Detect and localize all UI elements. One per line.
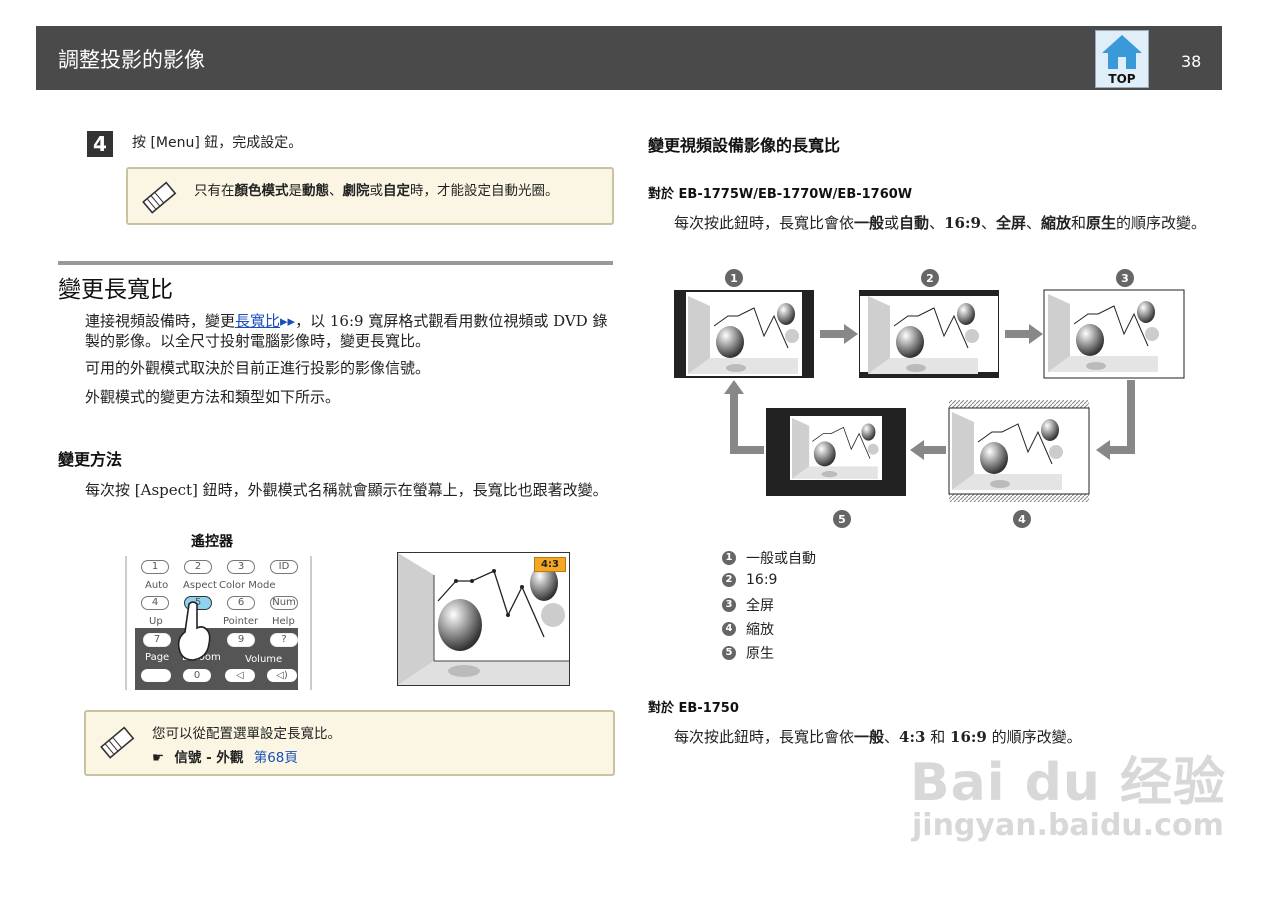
watermark-url: jingyan.baidu.com bbox=[912, 808, 1224, 843]
remote-label-pointer: Pointer bbox=[223, 616, 259, 627]
volume-up-icon[interactable]: ◁) bbox=[267, 669, 297, 682]
step-number: 4 bbox=[87, 131, 113, 157]
remote-label-auto: Auto bbox=[145, 580, 169, 591]
remote-key-7[interactable]: 7 bbox=[143, 633, 171, 647]
model-heading-2: 對於 EB-1750 bbox=[648, 701, 739, 716]
top-label: TOP bbox=[1108, 72, 1136, 86]
remote-key-help[interactable]: ? bbox=[270, 633, 298, 647]
remote-key-6[interactable]: 6 bbox=[227, 596, 255, 610]
marker-5-label: 5 bbox=[838, 513, 846, 526]
legend-item: 5 原生 bbox=[722, 643, 774, 663]
projected-image-illustration bbox=[398, 553, 569, 685]
step-text: 按 [Menu] 鈕，完成設定。 bbox=[132, 135, 303, 151]
screen-preview: 4:3 bbox=[397, 552, 570, 686]
remote-key-2[interactable]: 2 bbox=[184, 560, 212, 574]
reference-hand-icon: ☛ bbox=[152, 750, 165, 766]
remote-title: 遙控器 bbox=[191, 534, 233, 550]
remote-label-aspect: Aspect bbox=[183, 580, 217, 591]
legend-item: 4 縮放 bbox=[722, 619, 774, 639]
aspect-cycle-diagram: 1 2 3 4 5 bbox=[674, 269, 1185, 528]
note-pencil-icon bbox=[142, 181, 177, 214]
model-heading-1: 對於 EB-1775W/EB-1770W/EB-1760W bbox=[648, 187, 913, 202]
remote-key-id[interactable]: ID bbox=[270, 560, 298, 574]
paragraph-2: 可用的外觀模式取決於目前正進行投影的影像信號。 bbox=[85, 359, 431, 377]
watermark: Bai du 经验 bbox=[910, 753, 1226, 813]
page-68-link[interactable]: 第68頁 bbox=[254, 750, 298, 766]
link-arrow-icon[interactable]: ▸▸ bbox=[280, 312, 295, 330]
top-button[interactable]: TOP bbox=[1095, 30, 1149, 88]
method-text: 每次按 [Aspect] 鈕時，外觀模式名稱就會顯示在螢幕上，長寬比也跟著改變。 bbox=[85, 481, 608, 499]
aspect-badge: 4:3 bbox=[534, 557, 566, 572]
section-title: 變更長寬比 bbox=[58, 277, 173, 303]
marker-1-label: 1 bbox=[730, 272, 738, 285]
remote-key-4[interactable]: 4 bbox=[141, 596, 169, 610]
intro-paragraph: 連接視頻設備時，變更長寬比▸▸，以 16:9 寬屏格式觀看用數位視頻或 DVD … bbox=[85, 312, 608, 350]
legend-item: 2 16:9 bbox=[722, 572, 777, 588]
note-pencil-icon bbox=[100, 726, 135, 759]
note-box-1: 只有在顏色模式是動態、劇院或自定時，才能設定自動光圈。 bbox=[126, 167, 614, 225]
remote-label-volume: Volume bbox=[245, 654, 283, 665]
remote-key-1[interactable]: 1 bbox=[141, 560, 169, 574]
remote-illustration: 1 2 3 ID Auto Aspect Color Mode 4 5 6 Nu… bbox=[125, 556, 312, 690]
pointing-hand-icon bbox=[177, 601, 211, 661]
remote-label-up: Up bbox=[149, 616, 163, 627]
note-1-text: 只有在顏色模式是動態、劇院或自定時，才能設定自動光圈。 bbox=[194, 183, 559, 199]
remote-key-9[interactable]: 9 bbox=[227, 633, 255, 647]
volume-down-icon[interactable]: ◁ bbox=[225, 669, 255, 682]
remote-key-0[interactable]: 0 bbox=[183, 669, 211, 682]
marker-3-label: 3 bbox=[1121, 272, 1129, 285]
page-button[interactable] bbox=[141, 669, 171, 682]
paragraph-3: 外觀模式的變更方法和類型如下所示。 bbox=[85, 388, 341, 406]
page-number: 38 bbox=[1181, 52, 1202, 71]
house-icon bbox=[1102, 35, 1142, 69]
section-divider bbox=[58, 261, 613, 265]
remote-label-color-mode: Color Mode bbox=[219, 580, 276, 591]
right-title: 變更視頻設備影像的長寬比 bbox=[648, 136, 841, 155]
legend-item: 1 一般或自動 bbox=[722, 548, 816, 568]
remote-label-help: Help bbox=[272, 616, 295, 627]
remote-key-num[interactable]: Num bbox=[270, 596, 298, 610]
note-2-reference: ☛ 信號 - 外觀 第68頁 bbox=[152, 750, 298, 766]
page-title: 調整投影的影像 bbox=[58, 48, 205, 72]
remote-label-page: Page bbox=[145, 652, 170, 663]
legend-item: 3 全屏 bbox=[722, 595, 774, 615]
marker-2-label: 2 bbox=[926, 272, 934, 285]
order-text-1: 每次按此鈕時，長寬比會依一般或自動、16:9、全屏、縮放和原生的順序改變。 bbox=[674, 214, 1207, 232]
note-2-text: 您可以從配置選單設定長寬比。 bbox=[152, 726, 341, 742]
method-title: 變更方法 bbox=[58, 450, 123, 469]
page-header: 調整投影的影像 TOP 38 bbox=[36, 26, 1222, 90]
remote-key-3[interactable]: 3 bbox=[227, 560, 255, 574]
aspect-ratio-link[interactable]: 長寬比 bbox=[235, 312, 280, 330]
note-box-2: 您可以從配置選單設定長寬比。 ☛ 信號 - 外觀 第68頁 bbox=[84, 710, 615, 776]
marker-4-label: 4 bbox=[1018, 513, 1026, 526]
